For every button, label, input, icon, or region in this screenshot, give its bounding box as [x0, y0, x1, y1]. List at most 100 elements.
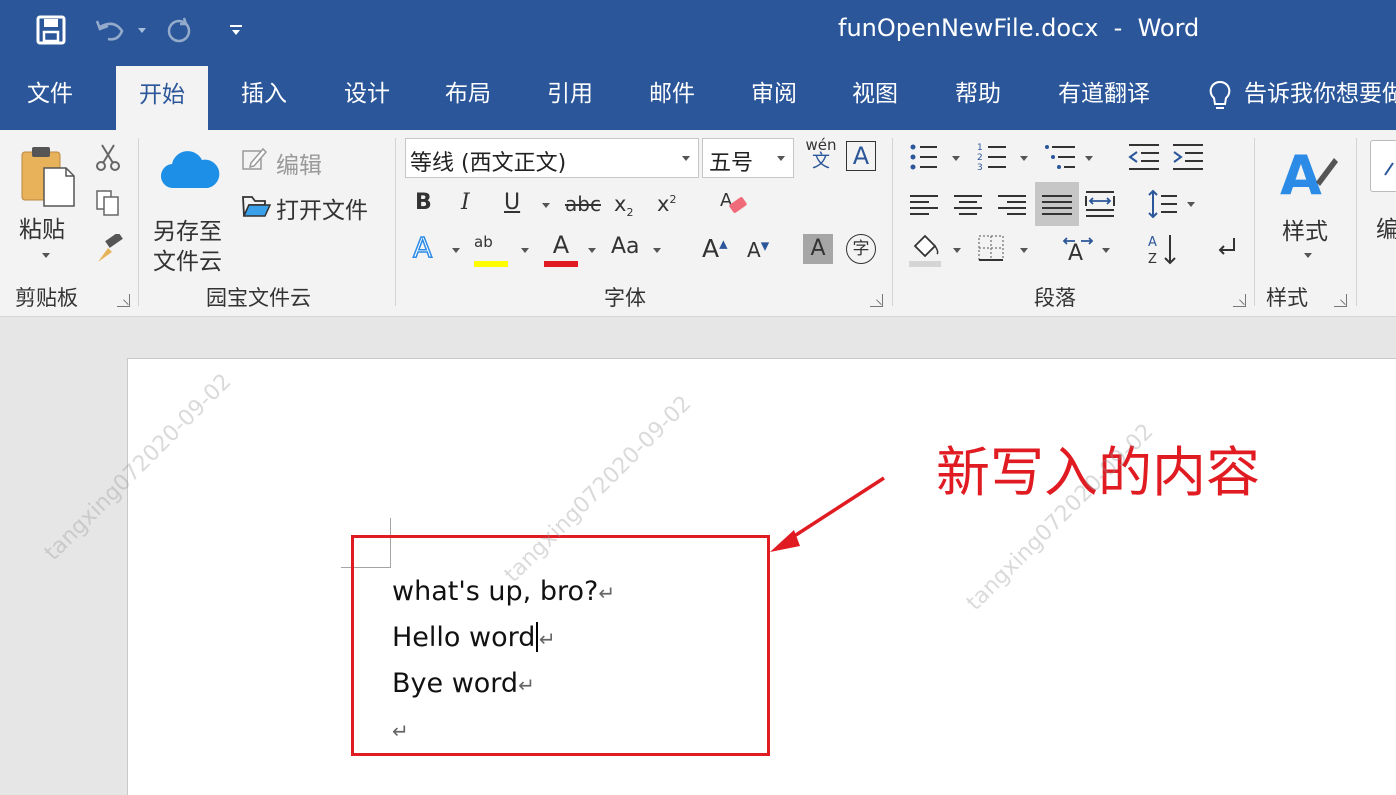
customize-quick-access-icon[interactable]	[230, 25, 244, 37]
numbering-dropdown-icon[interactable]	[1020, 156, 1028, 161]
sort-icon[interactable]: AZ	[1146, 232, 1180, 267]
font-color-dropdown-icon[interactable]	[588, 248, 596, 253]
phonetic-bottom: 文	[812, 151, 830, 172]
tab-youdao-translate[interactable]: 有道翻译	[1058, 62, 1150, 130]
tab-review[interactable]: 审阅	[751, 62, 797, 130]
tab-insert[interactable]: 插入	[241, 62, 287, 130]
separator	[1254, 138, 1255, 306]
undo-icon[interactable]	[94, 15, 128, 45]
shrink-font-icon[interactable]: A▼	[747, 240, 769, 260]
tab-view[interactable]: 视图	[852, 62, 898, 130]
edit-icon[interactable]	[241, 146, 268, 172]
paste-dropdown-icon[interactable]	[42, 253, 50, 258]
tab-references[interactable]: 引用	[547, 62, 593, 130]
format-painter-icon[interactable]	[94, 232, 124, 264]
bullets-icon[interactable]	[909, 142, 939, 172]
tab-help[interactable]: 帮助	[955, 62, 1001, 130]
separator	[138, 138, 139, 306]
save-icon[interactable]	[36, 15, 66, 45]
edit-label[interactable]: 编辑	[276, 146, 322, 180]
title-bar: funOpenNewFile.docx - Word	[0, 0, 1396, 62]
font-color-icon[interactable]: A	[544, 231, 578, 267]
distributed-icon[interactable]	[1084, 188, 1116, 220]
font-size-select[interactable]: 五号	[702, 138, 794, 178]
align-left-icon[interactable]	[909, 190, 939, 220]
ribbon-home: 粘贴 剪贴板 另存至 文件云 编辑 打开文件 园宝文件云 等线 (西文正文) 五…	[0, 130, 1396, 317]
clear-formatting-icon[interactable]: A	[718, 188, 750, 220]
bullets-dropdown-icon[interactable]	[952, 156, 960, 161]
strikethrough-icon[interactable]: abc	[565, 194, 601, 214]
editing-label[interactable]: 编	[1376, 210, 1396, 244]
font-name-select[interactable]: 等线 (西文正文)	[405, 138, 699, 178]
character-border-icon[interactable]: A	[846, 141, 876, 171]
chinese-layout-dropdown-icon[interactable]	[1102, 248, 1110, 253]
highlight-color-icon[interactable]: ab	[474, 233, 510, 267]
font-dialog-launcher[interactable]	[870, 294, 883, 307]
chevron-down-icon[interactable]	[682, 156, 690, 161]
styles-icon[interactable]: A	[1280, 142, 1338, 207]
subscript-icon[interactable]: x2	[614, 193, 633, 218]
change-case-dropdown-icon[interactable]	[653, 248, 661, 253]
show-paragraph-marks-icon[interactable]	[1212, 234, 1240, 264]
save-to-cloud-label-2[interactable]: 文件云	[153, 242, 222, 276]
tab-layout[interactable]: 布局	[445, 62, 491, 130]
clipboard-dialog-launcher[interactable]	[117, 294, 130, 307]
multilevel-list-icon[interactable]	[1043, 142, 1077, 172]
underline-icon[interactable]: U	[504, 192, 520, 214]
grow-font-icon[interactable]: A▲	[702, 236, 728, 261]
highlight-dropdown-icon[interactable]	[521, 248, 529, 253]
paste-label[interactable]: 粘贴	[19, 210, 65, 244]
svg-text:Z: Z	[1148, 252, 1157, 266]
editing-button[interactable]	[1370, 140, 1396, 192]
cut-icon[interactable]	[94, 142, 122, 172]
superscript-icon[interactable]: x2	[657, 194, 676, 215]
align-center-icon[interactable]	[953, 190, 983, 220]
text-effects-dropdown-icon[interactable]	[452, 248, 460, 253]
tell-me-search[interactable]: 告诉我你想要做	[1244, 62, 1396, 130]
styles-label[interactable]: 样式	[1282, 212, 1328, 246]
tab-home[interactable]: 开始	[116, 66, 208, 130]
tab-design[interactable]: 设计	[344, 62, 390, 130]
redo-icon[interactable]	[164, 15, 194, 45]
multilevel-dropdown-icon[interactable]	[1085, 156, 1093, 161]
numbering-icon[interactable]: 123	[976, 142, 1008, 173]
character-shading-icon[interactable]: A	[803, 234, 833, 264]
open-folder-icon[interactable]	[241, 193, 272, 219]
clipboard-group-label: 剪贴板	[15, 286, 78, 310]
undo-dropdown-icon[interactable]	[138, 28, 146, 33]
change-case-icon[interactable]: Aa	[611, 236, 640, 258]
lightbulb-icon[interactable]	[1209, 80, 1231, 112]
tab-mailings[interactable]: 邮件	[649, 62, 695, 130]
styles-dropdown-icon[interactable]	[1304, 253, 1312, 258]
open-file-label[interactable]: 打开文件	[276, 191, 368, 225]
cloud-icon[interactable]	[160, 148, 220, 192]
increase-indent-icon[interactable]	[1171, 142, 1205, 172]
separator	[395, 138, 396, 306]
enclose-characters-icon[interactable]: 字	[846, 234, 876, 264]
shading-dropdown-icon[interactable]	[953, 248, 961, 253]
borders-dropdown-icon[interactable]	[1020, 248, 1028, 253]
text-effects-icon[interactable]: A	[412, 233, 433, 263]
paste-icon[interactable]	[18, 144, 78, 208]
svg-text:2: 2	[977, 153, 983, 163]
chinese-layout-icon[interactable]: A	[1061, 232, 1095, 266]
save-to-cloud-label-1[interactable]: 另存至	[153, 212, 222, 246]
italic-icon[interactable]: I	[461, 192, 470, 214]
tab-file[interactable]: 文件	[27, 62, 73, 130]
align-right-icon[interactable]	[997, 190, 1027, 220]
borders-icon[interactable]	[977, 234, 1005, 262]
styles-dialog-launcher[interactable]	[1334, 294, 1347, 307]
line-spacing-dropdown-icon[interactable]	[1187, 202, 1195, 207]
phonetic-guide-icon[interactable]: wén 文	[803, 138, 839, 178]
chevron-down-icon[interactable]	[777, 156, 785, 161]
paragraph-dialog-launcher[interactable]	[1233, 294, 1246, 307]
justify-icon[interactable]	[1035, 182, 1079, 226]
copy-icon[interactable]	[94, 188, 122, 218]
decrease-indent-icon[interactable]	[1127, 142, 1161, 172]
shading-icon[interactable]	[909, 232, 943, 268]
bold-icon[interactable]: B	[415, 192, 432, 214]
separator	[892, 138, 893, 306]
line-spacing-icon[interactable]	[1147, 188, 1179, 220]
annotation-arrow	[770, 476, 885, 552]
underline-dropdown-icon[interactable]	[542, 203, 550, 208]
